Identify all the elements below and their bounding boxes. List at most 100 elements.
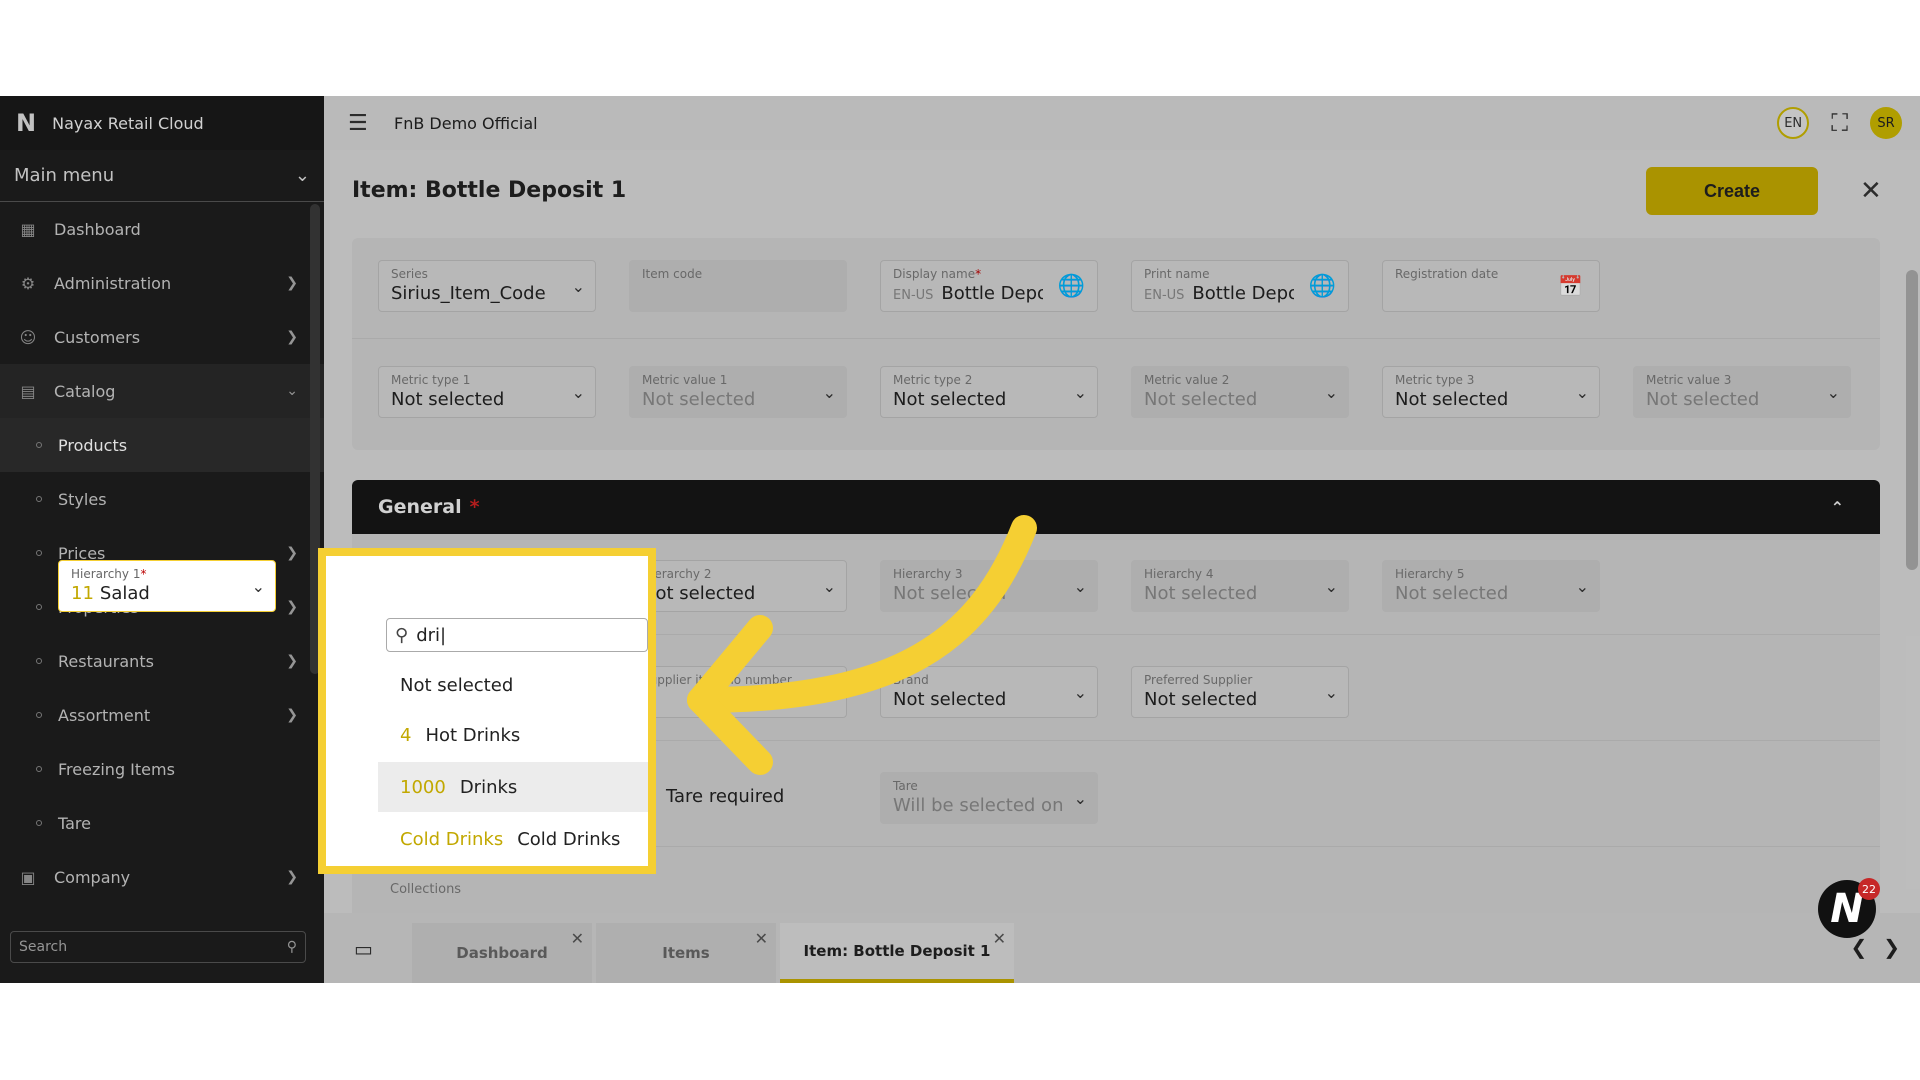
metric-type-3-select[interactable]: Metric type 3 Not selected ⌄ xyxy=(1382,366,1600,418)
close-icon[interactable]: ✕ xyxy=(571,929,584,948)
dropdown-search-input[interactable]: ⚲ dri | xyxy=(386,618,648,652)
field-value: Not selected xyxy=(1144,583,1258,604)
field-value: Not selected xyxy=(391,389,505,410)
chevron-right-icon[interactable]: ❯ xyxy=(1883,935,1900,959)
globe-icon[interactable]: 🌐 xyxy=(1309,274,1336,299)
tabs-bar: ▭ Dashboard ✕ Items ✕ Item: Bottle Depos… xyxy=(324,913,1920,983)
field-label: Supplier item no number xyxy=(642,673,792,687)
field-value: Not selected xyxy=(893,583,1007,604)
hamburger-menu-icon[interactable]: ☰ xyxy=(348,111,378,136)
tab-dashboard[interactable]: Dashboard ✕ xyxy=(412,923,592,983)
sidebar-item-styles[interactable]: Styles xyxy=(0,472,324,526)
tab-items[interactable]: Items ✕ xyxy=(596,923,776,983)
general-section-header[interactable]: General * ⌃ xyxy=(352,480,1880,534)
close-icon[interactable]: ✕ xyxy=(1860,176,1882,206)
hierarchy-5-select: Hierarchy 5 Not selected ⌄ xyxy=(1382,560,1600,612)
option-code: 4 xyxy=(400,724,412,746)
sidebar-item-catalog[interactable]: ▤ Catalog ⌄ xyxy=(0,364,324,418)
chevron-down-icon: ⌄ xyxy=(1073,577,1087,596)
field-label: Display name* xyxy=(893,267,982,281)
dropdown-option-not-selected[interactable]: Not selected xyxy=(378,660,648,710)
metric-type-1-select[interactable]: Metric type 1 Not selected ⌄ xyxy=(378,366,596,418)
sidebar-item-customers[interactable]: ☺ Customers ❯ xyxy=(0,310,324,364)
chevron-right-icon: ❯ xyxy=(286,707,298,723)
search-placeholder: Search xyxy=(19,939,68,955)
field-label: Print name xyxy=(1144,267,1210,281)
bullet-icon xyxy=(36,550,42,556)
sidebar-item-label: Freezing Items xyxy=(58,759,175,779)
chevron-right-icon: ❯ xyxy=(286,653,298,669)
hierarchy-1-select[interactable]: Hierarchy 1* 11 Salad ⌄ xyxy=(58,560,276,612)
nayax-logo-icon: N xyxy=(16,109,37,137)
top-bar: ☰ FnB Demo Official EN ⛶ SR xyxy=(324,96,1920,150)
field-label-text: Display name xyxy=(893,267,976,281)
field-label: Hierarchy 5 xyxy=(1395,567,1465,581)
chevron-down-icon: ⌄ xyxy=(1575,577,1589,596)
sidebar-item-products[interactable]: Products xyxy=(0,418,324,472)
main-menu-toggle[interactable]: Main menu ⌄ xyxy=(0,150,324,202)
bullet-icon xyxy=(36,766,42,772)
bullet-icon xyxy=(36,604,42,610)
language-tag: EN-US xyxy=(1144,288,1185,303)
chevron-down-icon: ⌄ xyxy=(1073,789,1087,808)
content-scrollbar[interactable] xyxy=(1906,270,1918,570)
close-icon[interactable]: ✕ xyxy=(993,929,1006,948)
hierarchy-2-select[interactable]: Hierarchy 2 Not selected ⌄ xyxy=(629,560,847,612)
sidebar-item-dashboard[interactable]: ▦ Dashboard xyxy=(0,202,324,256)
brand-select[interactable]: Brand Not selected ⌄ xyxy=(880,666,1098,718)
chevron-down-icon: ⌄ xyxy=(571,383,585,402)
field-value: Not selected xyxy=(642,389,756,410)
sidebar-search-input[interactable]: Search ⚲ xyxy=(10,931,306,963)
supplier-item-number-field[interactable]: Supplier item no number xyxy=(629,666,847,718)
field-label: Metric value 2 xyxy=(1144,373,1230,387)
field-value: Salad xyxy=(99,583,150,604)
close-icon[interactable]: ✕ xyxy=(755,929,768,948)
language-switcher[interactable]: EN xyxy=(1777,107,1810,139)
item-code-field[interactable]: Item code xyxy=(629,260,847,312)
main-menu-label: Main menu xyxy=(14,165,115,186)
hierarchy-code: 11 xyxy=(71,583,94,604)
display-name-field[interactable]: Display name* EN-US Bottle Deposit 1 🌐 xyxy=(880,260,1098,312)
field-value: Not selected xyxy=(1395,583,1509,604)
chevron-down-icon: ⌄ xyxy=(822,383,836,402)
sidebar-item-label: Company xyxy=(54,867,131,887)
series-select[interactable]: Series Sirius_Item_Code ⌄ xyxy=(378,260,596,312)
user-avatar[interactable]: SR xyxy=(1870,107,1902,139)
sidebar-item-tare[interactable]: Tare xyxy=(0,796,324,850)
sidebar-item-administration[interactable]: ⚙ Administration ❯ xyxy=(0,256,324,310)
tab-label: Item: Bottle Deposit 1 xyxy=(803,942,991,960)
windows-icon[interactable]: ▭ xyxy=(354,937,373,961)
dropdown-option-cold-drinks[interactable]: Cold Drinks Cold Drinks xyxy=(378,814,648,864)
fullscreen-icon[interactable]: ⛶ xyxy=(1831,109,1848,137)
language-tag: EN-US xyxy=(893,288,934,303)
dropdown-option-hot-drinks[interactable]: 4 Hot Drinks xyxy=(378,710,648,760)
sidebar-item-assortment[interactable]: Assortment ❯ xyxy=(0,688,324,742)
sidebar-item-company[interactable]: ▣ Company ❯ xyxy=(0,850,324,904)
tare-required-checkbox[interactable]: Tare required xyxy=(666,786,784,807)
registration-date-field[interactable]: Registration date 📅 xyxy=(1382,260,1600,312)
bullet-icon xyxy=(36,658,42,664)
option-label: Hot Drinks xyxy=(425,724,521,746)
organization-name: FnB Demo Official xyxy=(394,113,538,133)
chevron-up-icon[interactable]: ⌃ xyxy=(1831,498,1844,517)
calendar-icon[interactable]: 📅 xyxy=(1558,274,1583,298)
print-name-field[interactable]: Print name EN-US Bottle Deposit 1 🌐 xyxy=(1131,260,1349,312)
search-icon: ⚲ xyxy=(286,939,297,955)
divider xyxy=(352,338,1880,339)
hierarchy-1-dropdown: ⚲ dri | Not selected 4 Hot Drinks 1000 Dr… xyxy=(378,616,648,866)
option-label: Drinks xyxy=(459,776,518,798)
tab-item-bottle-deposit[interactable]: Item: Bottle Deposit 1 ✕ xyxy=(780,923,1014,983)
preferred-supplier-select[interactable]: Preferred Supplier Not selected ⌄ xyxy=(1131,666,1349,718)
chevron-left-icon[interactable]: ❮ xyxy=(1850,935,1867,959)
chevron-right-icon: ❯ xyxy=(286,599,298,615)
globe-icon[interactable]: 🌐 xyxy=(1058,274,1085,299)
field-label-text: Hierarchy 1 xyxy=(71,567,141,581)
create-button[interactable]: Create xyxy=(1646,167,1818,215)
dropdown-option-drinks[interactable]: 1000 Drinks xyxy=(378,762,648,812)
sidebar-item-freezing-items[interactable]: Freezing Items xyxy=(0,742,324,796)
metric-type-2-select[interactable]: Metric type 2 Not selected ⌄ xyxy=(880,366,1098,418)
sidebar-item-label: Restaurants xyxy=(58,651,154,671)
sidebar-item-restaurants[interactable]: Restaurants ❯ xyxy=(0,634,324,688)
chevron-down-icon: ⌄ xyxy=(251,577,265,596)
sidebar-item-label: Products xyxy=(58,435,128,455)
